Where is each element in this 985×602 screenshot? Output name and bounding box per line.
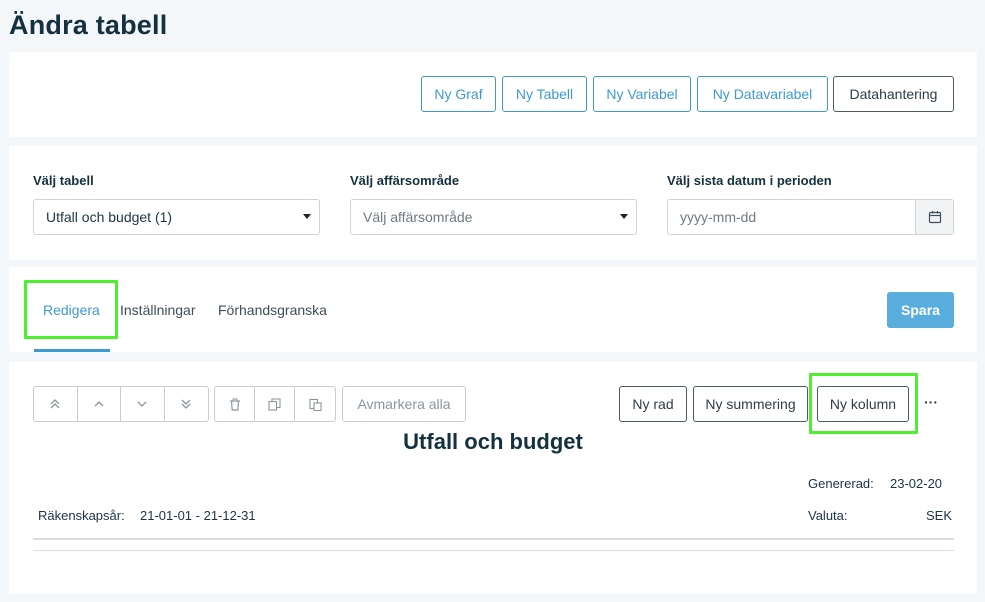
data-management-button[interactable]: Datahantering (833, 76, 954, 112)
new-variable-button[interactable]: Ny Variabel (593, 76, 691, 112)
new-datavariable-button[interactable]: Ny Datavariabel (697, 76, 828, 112)
currency-value: SEK (926, 508, 953, 523)
paste-icon (308, 398, 322, 411)
move-to-top-button[interactable] (34, 387, 78, 421)
chevron-down-icon (137, 401, 147, 407)
new-table-button[interactable]: Ny Tabell (502, 76, 587, 112)
tab-forhandsgranska[interactable]: Förhandsgranska (218, 302, 327, 318)
business-area-placeholder: Välj affärsområde (363, 209, 473, 225)
new-summary-button[interactable]: Ny summering (693, 386, 808, 422)
copy-icon (268, 397, 281, 411)
table-divider-bottom (33, 550, 954, 551)
table-select[interactable]: Utfall och budget (1) (33, 199, 320, 235)
more-options-icon[interactable]: ··· (924, 394, 938, 410)
chevrons-down-icon (181, 399, 191, 409)
row-move-group (33, 386, 209, 422)
new-column-button[interactable]: Ny kolumn (817, 386, 909, 422)
toolbar-card: Ny Graf Ny Tabell Ny Variabel Ny Datavar… (9, 52, 977, 137)
fiscal-year-label: Räkenskapsår: (38, 508, 125, 523)
chevrons-up-icon (50, 399, 60, 409)
deselect-all-button[interactable]: Avmarkera alla (342, 386, 466, 422)
trash-icon (229, 398, 240, 411)
tab-installningar[interactable]: Inställningar (120, 302, 196, 318)
page-title: Ändra tabell (9, 10, 168, 40)
editor-card: Avmarkera alla Ny rad Ny summering Ny ko… (9, 362, 977, 594)
caret-down-icon (303, 214, 311, 219)
filters-card: Välj tabell Utfall och budget (1) Välj a… (9, 146, 977, 260)
tabs-card: Redigera Inställningar Förhandsgranska S… (9, 267, 977, 352)
table-divider-top (33, 538, 954, 540)
date-label: Välj sista datum i perioden (667, 173, 832, 188)
business-area-select[interactable]: Välj affärsområde (350, 199, 637, 235)
calendar-button[interactable] (915, 200, 953, 234)
business-area-label: Välj affärsområde (350, 173, 460, 188)
row-edit-group (214, 386, 336, 422)
caret-down-icon (620, 214, 628, 219)
calendar-icon (928, 211, 941, 224)
fiscal-year-value: 21-01-01 - 21-12-31 (140, 508, 256, 523)
new-graph-button[interactable]: Ny Graf (421, 76, 496, 112)
date-input[interactable] (668, 200, 915, 234)
save-button[interactable]: Spara (887, 292, 954, 328)
move-up-button[interactable] (78, 387, 121, 421)
paste-button[interactable] (295, 387, 335, 421)
chevron-up-icon (94, 401, 104, 407)
active-tab-indicator (34, 349, 110, 352)
generated-value: 23-02-20 (890, 476, 943, 491)
move-down-button[interactable] (121, 387, 165, 421)
currency-label: Valuta: (808, 508, 848, 523)
table-select-label: Välj tabell (33, 173, 94, 188)
generated-label: Genererad: (808, 476, 874, 491)
table-select-value: Utfall och budget (1) (46, 209, 173, 225)
report-title: Utfall och budget (403, 429, 583, 454)
move-to-bottom-button[interactable] (165, 387, 208, 421)
delete-button[interactable] (215, 387, 255, 421)
tab-redigera[interactable]: Redigera (43, 302, 100, 318)
date-field (667, 199, 954, 235)
new-row-button[interactable]: Ny rad (619, 386, 687, 422)
copy-button[interactable] (255, 387, 295, 421)
